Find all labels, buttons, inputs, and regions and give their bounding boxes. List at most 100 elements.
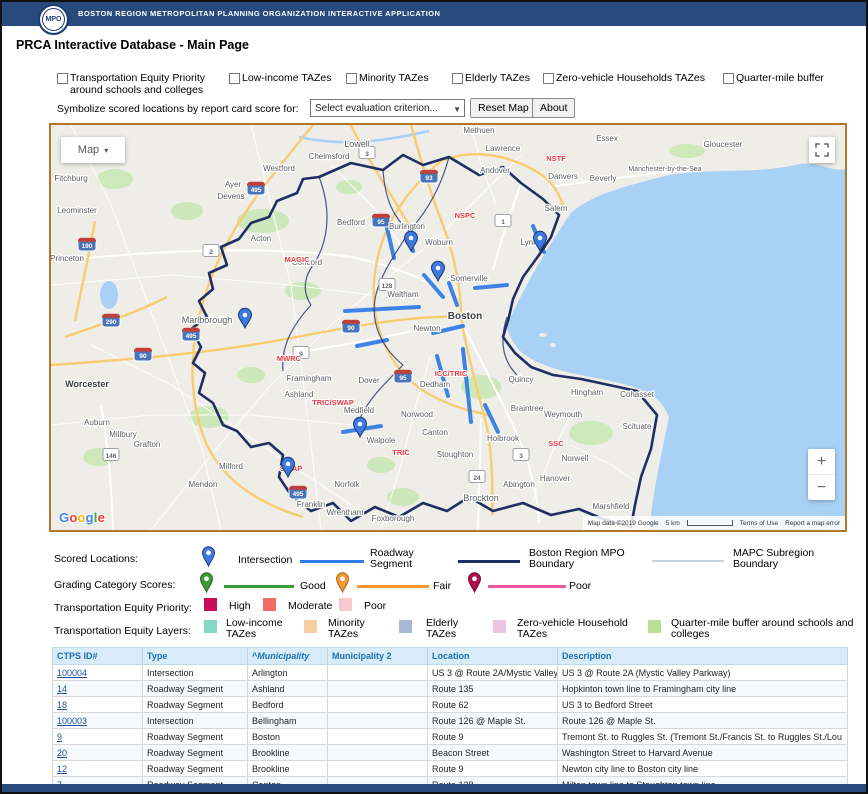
- reset-map-button[interactable]: Reset Map: [470, 98, 537, 118]
- legend-moderate: Moderate: [288, 600, 332, 612]
- legend-minority: Minority TAZes: [328, 618, 380, 640]
- svg-text:SSC: SSC: [548, 439, 564, 448]
- zoom-out-button[interactable]: −: [808, 474, 835, 500]
- map-attribution: Map data ©2019 Google 5 km Terms of Use …: [583, 516, 845, 530]
- legend-high: High: [229, 600, 251, 612]
- svg-text:NSTF: NSTF: [546, 154, 566, 163]
- minority-swatch: [304, 620, 317, 633]
- svg-text:Salem: Salem: [545, 204, 568, 213]
- poor-priority-swatch: [339, 598, 352, 611]
- table-header-row: CTPS ID#Type^MunicipalityMunicipality 2L…: [53, 648, 848, 665]
- map-reservoir: [100, 281, 118, 309]
- svg-text:Woburn: Woburn: [425, 238, 453, 247]
- svg-text:Brockton: Brockton: [463, 493, 499, 503]
- low-income-tazes-checkbox[interactable]: [229, 73, 240, 84]
- mapc-boundary-line-swatch: [652, 560, 724, 562]
- svg-text:Dover: Dover: [358, 376, 380, 385]
- evaluation-criterion-select[interactable]: Select evaluation criterion... ▼: [310, 99, 465, 117]
- legend-zero-vehicle: Zero-vehicle Household TAZes: [517, 618, 629, 640]
- terms-link[interactable]: Terms of Use: [740, 520, 778, 527]
- svg-text:Princeton: Princeton: [51, 254, 84, 263]
- about-button[interactable]: About: [532, 98, 575, 118]
- checkbox-elderly-tazes[interactable]: Elderly TAZes: [452, 72, 552, 84]
- svg-text:Worcester: Worcester: [65, 379, 109, 389]
- legend-roadway-segment: Roadway Segment: [370, 548, 432, 570]
- table-row: 100003IntersectionBellinghamRoute 126 @ …: [53, 713, 848, 729]
- ctps-id-link[interactable]: 9: [57, 732, 62, 742]
- checkbox-minority-tazes[interactable]: Minority TAZes: [346, 72, 456, 84]
- quarter-mile-swatch: [648, 620, 661, 633]
- legend-intersection: Intersection: [238, 554, 292, 566]
- svg-text:Hanover: Hanover: [540, 474, 571, 483]
- legend-low-income: Low-income TAZes: [226, 618, 298, 640]
- map-type-control[interactable]: Map ▾: [61, 137, 125, 163]
- svg-text:95: 95: [377, 219, 385, 226]
- zero-vehicle-households-tazes-checkbox[interactable]: [543, 73, 554, 84]
- moderate-priority-swatch: [263, 598, 276, 611]
- svg-text:Cohasset: Cohasset: [620, 390, 655, 399]
- svg-text:Foxborough: Foxborough: [372, 514, 415, 523]
- svg-text:Quincy: Quincy: [509, 375, 534, 384]
- ctps-id-link[interactable]: 12: [57, 764, 67, 774]
- column-header-municipality[interactable]: ^Municipality: [248, 648, 328, 665]
- svg-text:90: 90: [347, 325, 355, 332]
- svg-text:495: 495: [251, 187, 262, 194]
- svg-text:Lawrence: Lawrence: [486, 144, 521, 153]
- poor-line-swatch: [488, 585, 566, 588]
- svg-text:95: 95: [399, 375, 407, 382]
- map[interactable]: 49549549593959590902901902332412891146 L…: [49, 123, 847, 532]
- ctps-id-link[interactable]: 14: [57, 684, 67, 694]
- svg-text:Manchester-by-the-Sea: Manchester-by-the-Sea: [628, 166, 701, 173]
- scale-bar: [687, 520, 733, 526]
- quarter-mile-buffer-checkbox[interactable]: [723, 73, 734, 84]
- page-title: PRCA Interactive Database - Main Page: [16, 38, 249, 52]
- low-income-swatch: [204, 620, 217, 633]
- svg-text:Norfolk: Norfolk: [334, 480, 360, 489]
- column-header-ctps-id-[interactable]: CTPS ID#: [53, 648, 143, 665]
- intersection-pin-icon: [201, 544, 216, 568]
- evaluation-criterion-value: Select evaluation criterion...: [315, 103, 438, 114]
- svg-text:MWRC: MWRC: [277, 354, 302, 363]
- google-logo-letter: e: [98, 510, 105, 525]
- elderly-swatch: [399, 620, 412, 633]
- zoom-control[interactable]: + −: [808, 449, 835, 500]
- svg-text:190: 190: [82, 243, 93, 250]
- svg-text:Auburn: Auburn: [84, 418, 110, 427]
- svg-text:Devens: Devens: [217, 192, 244, 201]
- column-header-municipality-2[interactable]: Municipality 2: [328, 648, 428, 665]
- legend-layers-label: Transportation Equity Layers:: [54, 625, 191, 637]
- page-footer-bar: [2, 784, 866, 792]
- svg-text:2: 2: [209, 249, 213, 256]
- map-data-credit: Map data ©2019 Google: [588, 520, 659, 527]
- report-map-error-link[interactable]: Report a map error: [785, 520, 840, 527]
- checkbox-zero-vehicle-households-tazes[interactable]: Zero-vehicle Households TAZes: [543, 72, 723, 84]
- svg-text:TRIC: TRIC: [392, 448, 410, 457]
- checkbox-transportation-equity-priority[interactable]: Transportation Equity Priority around sc…: [57, 72, 227, 96]
- ctps-id-link[interactable]: 100003: [57, 716, 87, 726]
- checkbox-low-income-tazes[interactable]: Low-income TAZes: [229, 72, 349, 84]
- svg-text:Danvers: Danvers: [548, 172, 578, 181]
- svg-text:Chelmsford: Chelmsford: [309, 152, 350, 161]
- transportation-equity-priority-checkbox[interactable]: [57, 73, 68, 84]
- column-header-type[interactable]: Type: [143, 648, 248, 665]
- fullscreen-button[interactable]: [809, 137, 835, 163]
- zoom-in-button[interactable]: +: [808, 449, 835, 474]
- ctps-id-link[interactable]: 20: [57, 748, 67, 758]
- checkbox-quarter-mile-buffer[interactable]: Quarter-mile buffer: [723, 72, 853, 84]
- prca-application: BOSTON REGION METROPOLITAN PLANNING ORGA…: [0, 0, 868, 794]
- legend-priority-label: Transportation Equity Priority:: [54, 602, 192, 614]
- svg-text:Waltham: Waltham: [387, 290, 419, 299]
- legend-mpo-boundary: Boston Region MPO Boundary: [529, 548, 647, 570]
- ctps-id-link[interactable]: 100004: [57, 668, 87, 678]
- column-header-location[interactable]: Location: [428, 648, 558, 665]
- elderly-tazes-checkbox[interactable]: [452, 73, 463, 84]
- column-header-description[interactable]: Description: [558, 648, 848, 665]
- svg-text:Westford: Westford: [263, 164, 295, 173]
- svg-text:90: 90: [139, 353, 147, 360]
- minority-tazes-checkbox[interactable]: [346, 73, 357, 84]
- app-header: BOSTON REGION METROPOLITAN PLANNING ORGA…: [2, 2, 866, 26]
- map-canvas[interactable]: 49549549593959590902901902332412891146 L…: [51, 125, 845, 530]
- ctps-id-link[interactable]: 18: [57, 700, 67, 710]
- svg-text:Franklin: Franklin: [297, 500, 325, 509]
- poor-pin-icon: [467, 570, 482, 594]
